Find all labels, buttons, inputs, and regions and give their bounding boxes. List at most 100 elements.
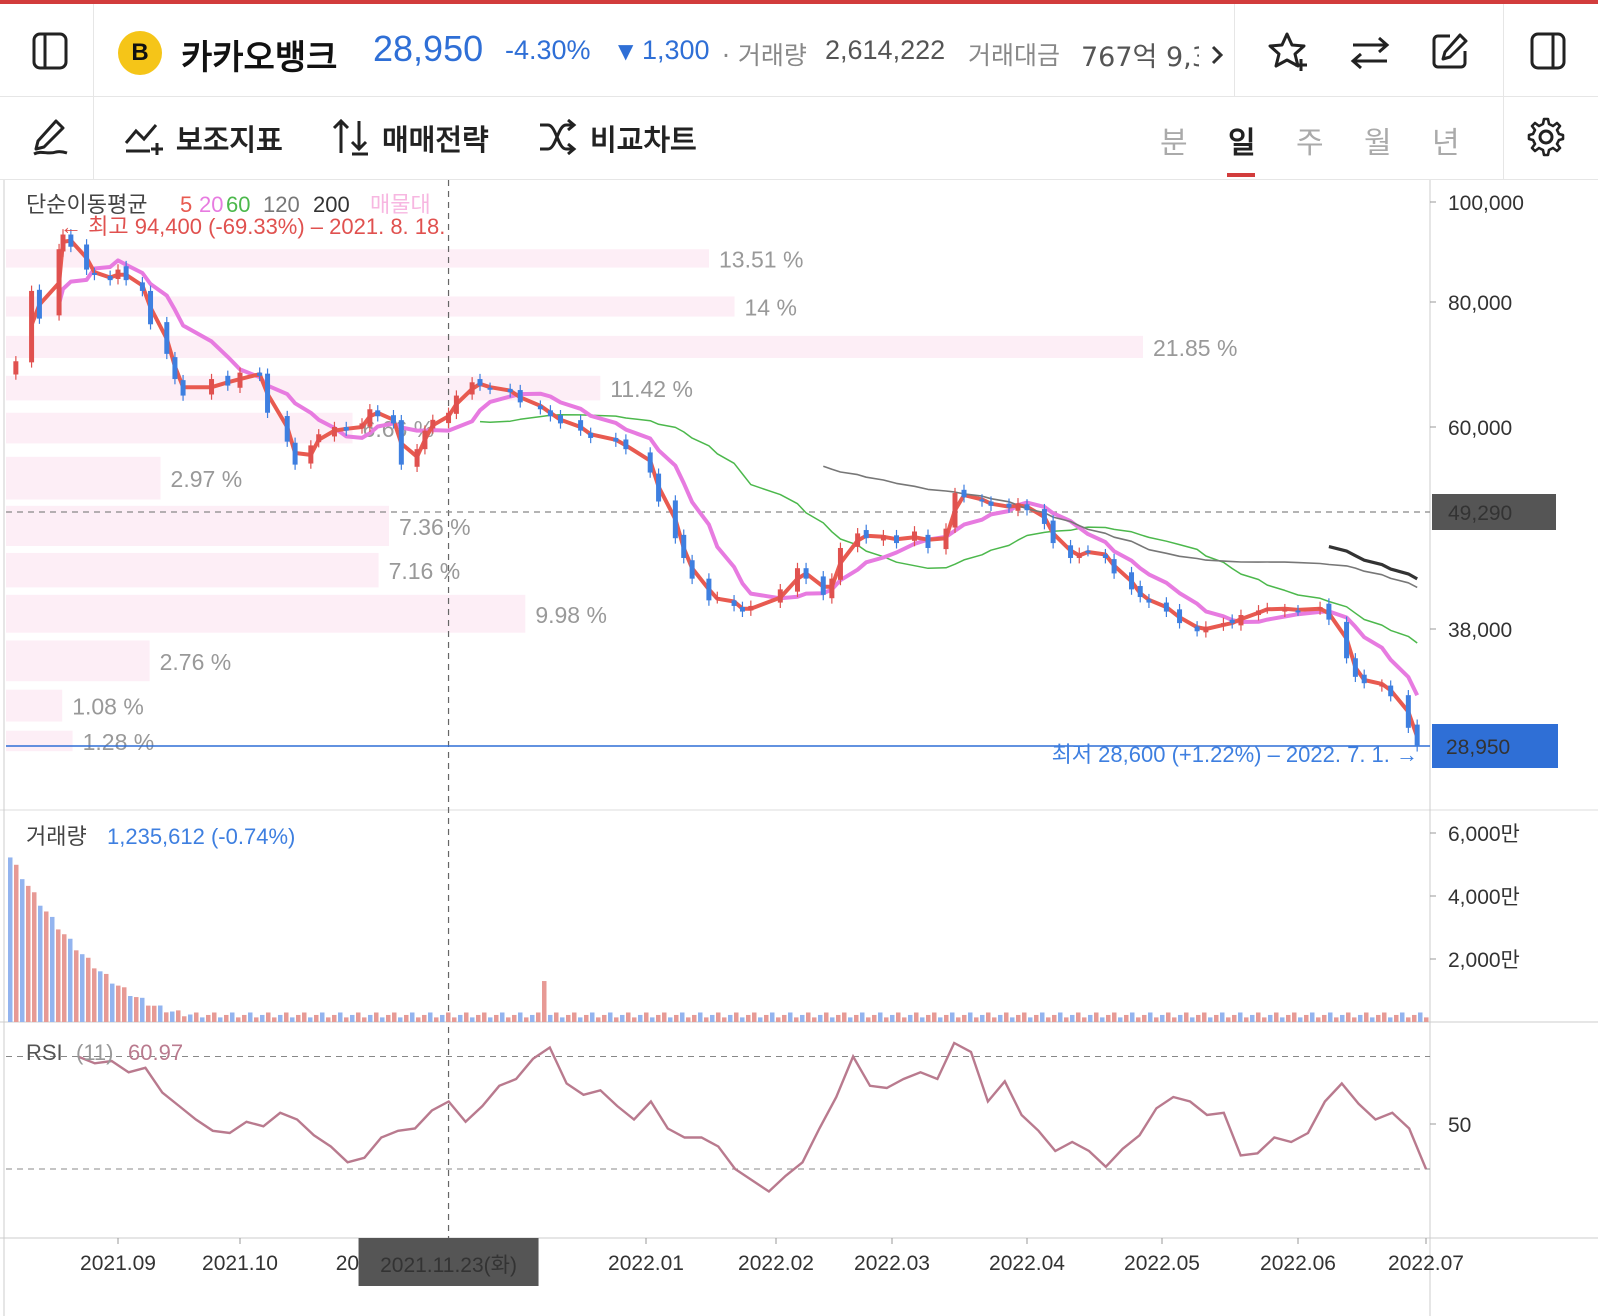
volume-bar: [350, 1014, 355, 1022]
candle-body: [1326, 603, 1332, 620]
candle: [623, 434, 629, 455]
volume-profile-label: 11.42 %: [610, 376, 693, 402]
volume-bar: [1106, 1014, 1111, 1022]
volume-bar: [1268, 1014, 1273, 1022]
volume-bar: [362, 1017, 367, 1022]
volume-bar: [962, 1014, 967, 1022]
tab-year[interactable]: 년: [1432, 118, 1460, 162]
volume-bar: [908, 1014, 913, 1022]
divider: [1503, 97, 1504, 179]
candle-body: [1317, 607, 1323, 610]
candle-body: [863, 530, 869, 539]
volume-bar: [1004, 1012, 1009, 1022]
volume-bar: [890, 1014, 895, 1022]
volume-bar: [626, 1012, 631, 1022]
candle-body: [1146, 599, 1152, 603]
strategy-button[interactable]: 매매전략: [330, 115, 500, 159]
volume-bar: [800, 1014, 805, 1022]
candle-body: [952, 493, 958, 528]
stock-chart[interactable]: 13.51 %14 %21.85 %11.42 %6.66 %2.97 %7.3…: [0, 180, 1598, 1316]
price-tick-label: 60,000: [1448, 417, 1512, 440]
volume-bar: [812, 1017, 817, 1022]
edit-icon[interactable]: [1430, 31, 1470, 71]
candle: [731, 595, 737, 612]
tab-minute[interactable]: 분: [1160, 118, 1188, 162]
volume-bar: [1400, 1012, 1405, 1022]
volume-bar: [884, 1017, 889, 1022]
candle: [1137, 580, 1143, 603]
candle-body: [777, 589, 783, 603]
volume-bar: [8, 857, 13, 1022]
candle: [1015, 498, 1021, 517]
candle: [36, 284, 42, 324]
volume-bar: [434, 1017, 439, 1022]
candle-body: [180, 380, 186, 396]
stock-name[interactable]: 카카오뱅크: [181, 30, 337, 79]
volume-bar: [494, 1014, 499, 1022]
volume-bar: [1094, 1012, 1099, 1022]
candle: [308, 440, 314, 469]
candle: [656, 468, 662, 507]
sidebar-right-icon[interactable]: [1530, 32, 1566, 70]
volume-bar: [932, 1012, 937, 1022]
gear-icon[interactable]: [1526, 117, 1566, 157]
candle-body: [837, 547, 843, 580]
volume-bar: [1286, 1014, 1291, 1022]
volume-bar: [1178, 1014, 1183, 1022]
candle: [613, 432, 619, 447]
candle-body: [855, 533, 861, 547]
volume-bar: [1220, 1012, 1225, 1022]
compare-button[interactable]: 비교차트: [538, 115, 708, 159]
volume-bar: [1340, 1014, 1345, 1022]
sidebar-left-icon[interactable]: [32, 32, 68, 70]
volume-bar: [308, 1017, 313, 1022]
volume-bar: [242, 1014, 247, 1022]
volume-bar: [1088, 1014, 1093, 1022]
chevron-right-icon[interactable]: [1210, 44, 1224, 66]
tab-month[interactable]: 월: [1364, 118, 1392, 162]
volume-bar: [428, 1012, 433, 1022]
volume-bar: [488, 1017, 493, 1022]
candle-body: [1344, 621, 1350, 659]
volume-bar: [782, 1014, 787, 1022]
candle: [29, 285, 35, 368]
volume-bar: [968, 1012, 973, 1022]
candle-body: [316, 434, 322, 443]
volume-bar: [1202, 1012, 1207, 1022]
volume-bar: [1394, 1014, 1399, 1022]
candle: [84, 239, 90, 276]
volume-bar: [1136, 1017, 1141, 1022]
candle-body: [912, 531, 917, 541]
volume-bar: [1316, 1017, 1321, 1022]
candle-body: [1177, 609, 1183, 624]
pen-icon[interactable]: [30, 117, 70, 157]
candle: [107, 270, 113, 286]
candle-body: [477, 379, 483, 386]
candle-body: [517, 390, 523, 403]
volume-bar: [878, 1012, 883, 1022]
tab-week[interactable]: 주: [1296, 118, 1324, 162]
volume-bar: [1280, 1017, 1285, 1022]
volume-bar: [116, 985, 121, 1022]
volume-bar: [86, 957, 91, 1022]
crosshair-date-label: 2021.11.23(화): [380, 1254, 517, 1277]
candle-body: [1163, 602, 1169, 612]
price-tick-label: 100,000: [1448, 192, 1524, 215]
volume-bar: [440, 1014, 445, 1022]
volume-bar: [212, 1012, 217, 1022]
candle-body: [1102, 554, 1108, 558]
candle-body: [623, 439, 629, 450]
indicator-button[interactable]: 보조지표: [124, 115, 294, 159]
star-add-icon[interactable]: [1268, 31, 1310, 73]
candle-body: [13, 361, 19, 375]
swap-icon[interactable]: [1349, 35, 1391, 71]
volume-bar: [926, 1014, 931, 1022]
volume-bar: [1160, 1014, 1165, 1022]
candle-body: [284, 416, 290, 442]
volume-bar: [1418, 1012, 1423, 1022]
candle-body: [820, 576, 826, 595]
tab-day[interactable]: 일: [1228, 118, 1256, 162]
volume-bar: [68, 938, 73, 1022]
volume-bar: [902, 1017, 907, 1022]
volume-bar: [1334, 1017, 1339, 1022]
